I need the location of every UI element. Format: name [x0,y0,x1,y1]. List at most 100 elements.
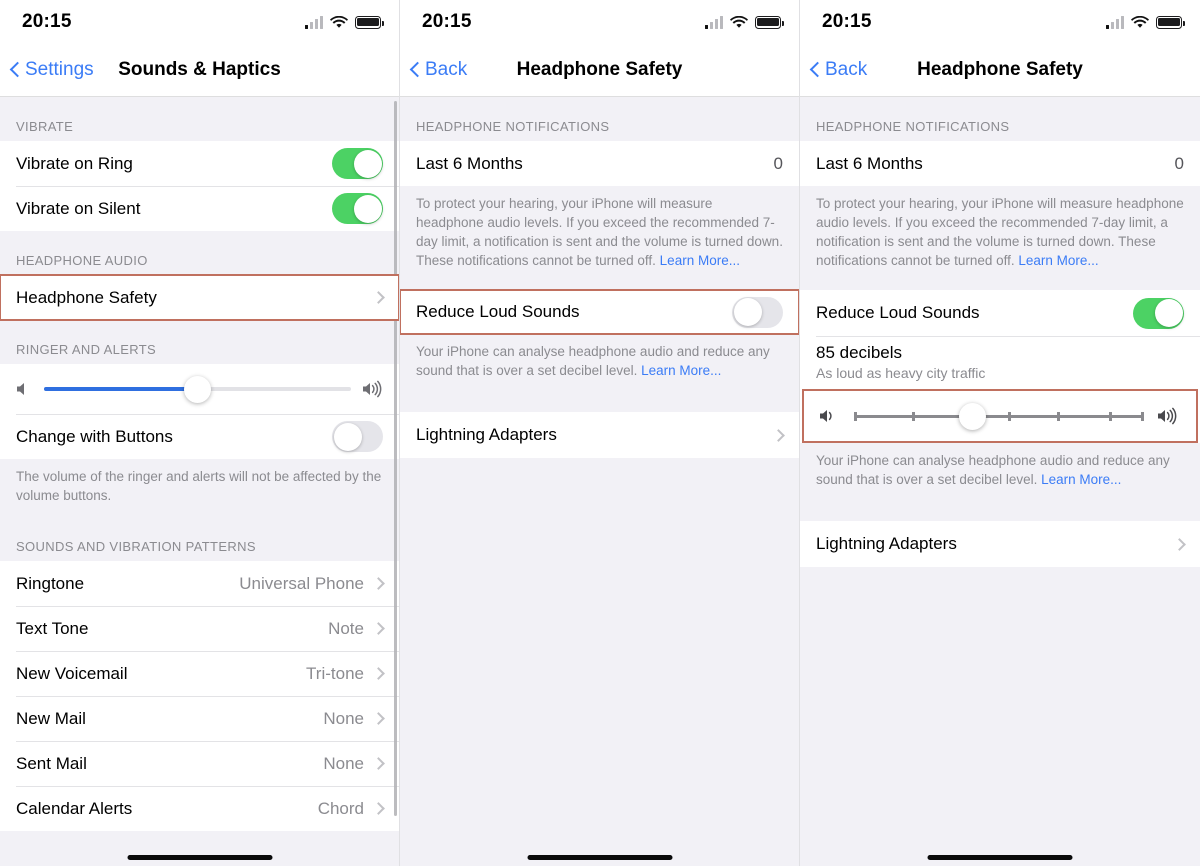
section-gap [400,392,799,412]
ringer-volume-track[interactable] [44,375,351,403]
slider-tick [854,411,857,421]
learn-more-link[interactable]: Learn More... [660,253,740,268]
navigation-bar: Back Headphone Safety [400,44,799,97]
settings-scroll-area[interactable]: VIBRATE Vibrate on Ring Vibrate on Silen… [0,97,399,866]
decibel-track[interactable] [854,402,1145,430]
learn-more-link[interactable]: Learn More... [641,363,721,378]
toggle-reduce-loud-sounds[interactable] [732,296,783,328]
toggle-change-with-buttons[interactable] [332,421,383,452]
chevron-right-icon [372,577,385,590]
row-value: Universal Phone [239,573,364,593]
footnote-headphone-notifications: To protect your hearing, your iPhone wil… [800,186,1200,282]
decibel-value: 85 decibels [816,343,903,362]
three-phone-screenshots: 20:15 Settings Sounds & Haptics VIBRATE [0,0,1200,866]
ringer-volume-slider-row[interactable] [0,364,399,414]
phone-screen-headphone-safety-off: 20:15 Back Headphone Safety HEADPHONE NO… [400,0,800,866]
section-ringer-and-alerts: Change with Buttons [0,364,399,459]
row-last-6-months[interactable]: Last 6 Months 0 [800,141,1200,186]
slider-tick [1141,411,1145,421]
chevron-left-icon [410,61,421,80]
row-value: Tri-tone [306,663,364,683]
cellular-signal-icon [304,15,323,29]
row-value: None [323,753,364,773]
status-bar: 20:15 [0,0,399,44]
row-vibrate-on-silent[interactable]: Vibrate on Silent [0,186,399,231]
row-label: Last 6 Months [416,153,523,173]
row-label: Last 6 Months [816,153,923,173]
row-lightning-adapters[interactable]: Lightning Adapters [400,412,799,458]
phone-screen-sounds-and-haptics: 20:15 Settings Sounds & Haptics VIBRATE [0,0,400,866]
slider-tick [1007,411,1011,421]
row-calendar-alerts[interactable]: Calendar Alerts Chord [0,786,399,831]
settings-scroll-area[interactable]: HEADPHONE NOTIFICATIONS Last 6 Months 0 … [400,97,799,866]
speaker-quiet-icon [820,410,832,422]
row-value: Chord [317,798,364,818]
home-indicator [527,855,672,860]
section-lightning-adapters: Lightning Adapters [800,521,1200,567]
chevron-right-icon [1173,537,1186,551]
section-header-ringer-and-alerts: RINGER AND ALERTS [16,342,157,357]
toggle-vibrate-on-silent[interactable] [332,193,383,224]
ringer-volume-fill [44,387,198,391]
row-label: Reduce Loud Sounds [816,303,980,322]
row-label: Change with Buttons [16,426,173,446]
row-last-6-months[interactable]: Last 6 Months 0 [400,141,799,186]
row-ringtone[interactable]: Ringtone Universal Phone [0,561,399,606]
row-lightning-adapters[interactable]: Lightning Adapters [800,521,1200,567]
row-label: Sent Mail [16,753,87,773]
speaker-loud-icon [363,380,382,398]
status-bar-clock: 20:15 [822,11,872,32]
row-reduce-loud-sounds[interactable]: Reduce Loud Sounds [400,289,799,335]
footnote-reduce-loud-sounds: Your iPhone can analyse headphone audio … [400,334,799,392]
toggle-reduce-loud-sounds[interactable] [1133,297,1184,329]
battery-icon [1156,15,1185,29]
back-button[interactable]: Back [400,59,467,81]
chevron-right-icon [372,712,385,725]
row-vibrate-on-ring[interactable]: Vibrate on Ring [0,141,399,186]
slider-tick [912,411,915,421]
vertical-scrollbar[interactable] [394,101,397,816]
learn-more-link[interactable]: Learn More... [1018,253,1098,268]
back-button-label: Back [825,59,868,80]
row-reduce-loud-sounds[interactable]: Reduce Loud Sounds [800,290,1200,336]
ringer-volume-thumb[interactable] [184,375,211,403]
wifi-icon [330,15,348,28]
row-change-with-buttons[interactable]: Change with Buttons [0,414,399,459]
status-bar: 20:15 [800,0,1200,44]
section-headphone-notifications: Last 6 Months 0 [800,141,1200,186]
back-button-settings[interactable]: Settings [0,59,94,81]
section-headphone-audio: Headphone Safety [0,274,399,321]
toggle-vibrate-on-ring[interactable] [332,148,383,179]
back-button-label: Settings [25,59,94,80]
row-new-voicemail[interactable]: New Voicemail Tri-tone [0,651,399,696]
row-label: New Voicemail [16,663,128,683]
section-reduce-loud-sounds: Reduce Loud Sounds [400,289,799,335]
status-bar-indicators [1105,15,1185,29]
status-bar-indicators [304,15,384,29]
phone-screen-headphone-safety-on: 20:15 Back Headphone Safety HEADPHONE NO… [800,0,1200,866]
chevron-right-icon [372,291,385,304]
row-sent-mail[interactable]: Sent Mail None [0,741,399,786]
row-text-tone[interactable]: Text Tone Note [0,606,399,651]
row-label: New Mail [16,708,86,728]
section-header-vibrate: VIBRATE [16,119,74,134]
row-label: Headphone Safety [16,287,157,307]
status-bar-indicators [704,15,784,29]
slider-tick [1109,411,1113,421]
decibel-slider-thumb[interactable] [959,402,987,430]
learn-more-link[interactable]: Learn More... [1041,472,1121,487]
row-label: Vibrate on Silent [16,198,141,218]
section-headphone-notifications: Last 6 Months 0 [400,141,799,186]
back-button[interactable]: Back [800,59,867,81]
decibel-slider-row[interactable] [802,389,1198,443]
row-headphone-safety[interactable]: Headphone Safety [0,274,399,321]
row-label: Text Tone [16,618,89,638]
chevron-left-icon [810,61,821,80]
row-new-mail[interactable]: New Mail None [0,696,399,741]
status-bar-clock: 20:15 [422,11,472,32]
row-label: Ringtone [16,573,85,593]
battery-icon [355,15,384,29]
row-label: Vibrate on Ring [16,153,133,173]
settings-scroll-area[interactable]: HEADPHONE NOTIFICATIONS Last 6 Months 0 … [800,97,1200,866]
chevron-right-icon [372,622,385,635]
